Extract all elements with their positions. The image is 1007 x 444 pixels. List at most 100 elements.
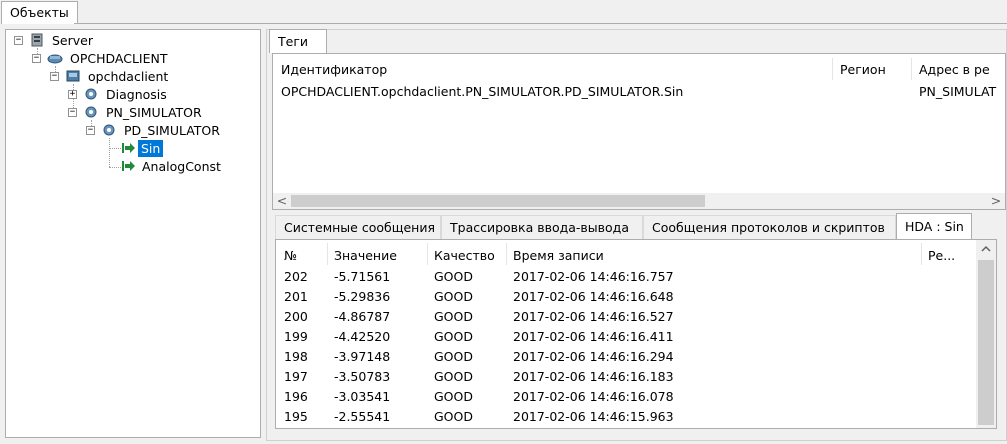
column-header-address[interactable]: Адрес в ре <box>919 62 990 77</box>
expand-toggle[interactable]: + <box>68 90 77 99</box>
cell-time: 2017-02-06 14:46:16.757 <box>513 269 674 284</box>
tree-item-pd-simulator[interactable]: PD_SIMULATOR <box>124 122 220 139</box>
gear-icon <box>85 106 97 118</box>
tree-item-opchdaclient-root[interactable]: OPCHDACLIENT <box>70 50 168 67</box>
collapse-toggle[interactable]: − <box>14 36 23 45</box>
object-tree[interactable]: − Server − OPCHDACLIENT − opchdaclient +… <box>5 29 261 438</box>
cell-time: 2017-02-06 14:46:16.648 <box>513 289 674 304</box>
cell-value: -4.86787 <box>334 309 391 324</box>
column-header-quality[interactable]: Качество <box>434 248 495 263</box>
network-icon <box>47 54 63 64</box>
cell-num: 201 <box>284 289 308 304</box>
column-header-identifier[interactable]: Идентификатор <box>281 62 387 77</box>
cell-quality: GOOD <box>434 349 473 364</box>
hda-table: № Значение Качество Время записи Ре... 2… <box>275 239 997 429</box>
column-header-region[interactable]: Регион <box>840 62 886 77</box>
cell-num: 196 <box>284 389 308 404</box>
table-row[interactable]: 200 -4.86787 GOOD 2017-02-06 14:46:16.52… <box>276 307 976 327</box>
tab-system-messages[interactable]: Системные сообщения <box>275 215 441 239</box>
scroll-right-button[interactable]: > <box>989 193 1003 209</box>
table-row[interactable]: 199 -4.42520 GOOD 2017-02-06 14:46:16.41… <box>276 327 976 347</box>
cell-value: -4.42520 <box>334 329 391 344</box>
column-separator[interactable] <box>911 58 912 80</box>
cell-time: 2017-02-06 14:46:16.294 <box>513 349 674 364</box>
column-separator[interactable] <box>921 243 922 265</box>
vertical-scrollbar[interactable] <box>976 240 996 428</box>
top-tab-divider <box>74 23 1007 24</box>
collapse-toggle[interactable]: − <box>50 72 59 81</box>
tab-hda-sin[interactable]: HDA : Sin <box>896 213 972 240</box>
table-row[interactable]: OPCHDACLIENT.opchdaclient.PN_SIMULATOR.P… <box>273 82 1005 102</box>
tags-table: Идентификатор Регион Адрес в ре OPCHDACL… <box>272 53 1006 210</box>
table-row[interactable]: 196 -3.03541 GOOD 2017-02-06 14:46:16.07… <box>276 387 976 407</box>
cell-value: -3.03541 <box>334 389 391 404</box>
server-icon <box>31 33 43 47</box>
cell-quality: GOOD <box>434 369 473 384</box>
tag-identifier: OPCHDACLIENT.opchdaclient.PN_SIMULATOR.P… <box>281 84 684 99</box>
table-row[interactable]: 197 -3.50783 GOOD 2017-02-06 14:46:16.18… <box>276 367 976 387</box>
table-row[interactable]: 195 -2.55541 GOOD 2017-02-06 14:46:15.96… <box>276 407 976 427</box>
cell-value: -3.50783 <box>334 369 391 384</box>
tab-objects[interactable]: Объекты <box>1 1 78 24</box>
horizontal-scrollbar[interactable]: < > <box>273 193 1005 209</box>
tree-connector <box>109 167 121 168</box>
scrollbar-thumb[interactable] <box>978 260 994 425</box>
tag-arrow-icon <box>122 161 135 171</box>
column-separator[interactable] <box>327 243 328 265</box>
column-header-num[interactable]: № <box>284 248 297 263</box>
cell-value: -5.29836 <box>334 289 391 304</box>
tree-item-opchdaclient[interactable]: opchdaclient <box>88 68 168 85</box>
cell-time: 2017-02-06 14:46:16.078 <box>513 389 674 404</box>
cell-quality: GOOD <box>434 289 473 304</box>
tag-address: PN_SIMULAT <box>919 84 997 99</box>
gear-icon <box>85 88 97 100</box>
tab-io-trace[interactable]: Трассировка ввода-вывода <box>441 215 643 239</box>
cell-quality: GOOD <box>434 309 473 324</box>
cell-quality: GOOD <box>434 389 473 404</box>
table-row[interactable]: 198 -3.97148 GOOD 2017-02-06 14:46:16.29… <box>276 347 976 367</box>
gear-icon <box>103 124 115 136</box>
column-separator[interactable] <box>506 243 507 265</box>
column-header-time[interactable]: Время записи <box>513 248 604 263</box>
cell-quality: GOOD <box>434 329 473 344</box>
scroll-up-button[interactable] <box>976 240 996 258</box>
tree-connector <box>109 138 110 167</box>
cell-value: -5.71561 <box>334 269 391 284</box>
scroll-left-button[interactable]: < <box>275 193 289 209</box>
cell-time: 2017-02-06 14:46:15.963 <box>513 409 674 424</box>
column-header-value[interactable]: Значение <box>334 248 397 263</box>
table-row[interactable]: 202 -5.71561 GOOD 2017-02-06 14:46:16.75… <box>276 267 976 287</box>
tree-item-pn-simulator[interactable]: PN_SIMULATOR <box>106 104 202 121</box>
collapse-toggle[interactable]: − <box>68 108 77 117</box>
collapse-toggle[interactable]: − <box>86 126 95 135</box>
tags-table-header: Идентификатор Регион Адрес в ре <box>273 58 1005 80</box>
cell-time: 2017-02-06 14:46:16.527 <box>513 309 674 324</box>
table-row[interactable]: 201 -5.29836 GOOD 2017-02-06 14:46:16.64… <box>276 287 976 307</box>
tree-item-analogconst[interactable]: AnalogConst <box>142 158 221 175</box>
cell-num: 198 <box>284 349 308 364</box>
tab-protocol-messages[interactable]: Сообщения протоколов и скриптов <box>643 215 896 239</box>
column-separator[interactable] <box>832 58 833 80</box>
scrollbar-thumb[interactable] <box>291 195 705 207</box>
collapse-toggle[interactable]: − <box>32 54 41 63</box>
cell-num: 202 <box>284 269 308 284</box>
column-separator[interactable] <box>427 243 428 265</box>
chevron-up-icon <box>981 245 991 252</box>
cell-time: 2017-02-06 14:46:16.411 <box>513 329 674 344</box>
tab-tags[interactable]: Теги <box>269 29 327 53</box>
cell-num: 195 <box>284 409 308 424</box>
cell-quality: GOOD <box>434 269 473 284</box>
tree-item-sin[interactable]: Sin <box>138 140 164 157</box>
tree-item-server[interactable]: Server <box>52 32 93 49</box>
tree-item-diagnosis[interactable]: Diagnosis <box>106 86 167 103</box>
hda-table-header: № Значение Качество Время записи Ре... <box>276 243 976 265</box>
tree-connector <box>109 148 121 149</box>
cell-num: 197 <box>284 369 308 384</box>
column-header-region[interactable]: Ре... <box>928 248 955 263</box>
top-tab-strip <box>0 0 1007 24</box>
device-icon <box>66 70 80 82</box>
tag-arrow-icon <box>122 143 135 153</box>
cell-value: -3.97148 <box>334 349 391 364</box>
cell-value: -2.55541 <box>334 409 391 424</box>
cell-quality: GOOD <box>434 409 473 424</box>
